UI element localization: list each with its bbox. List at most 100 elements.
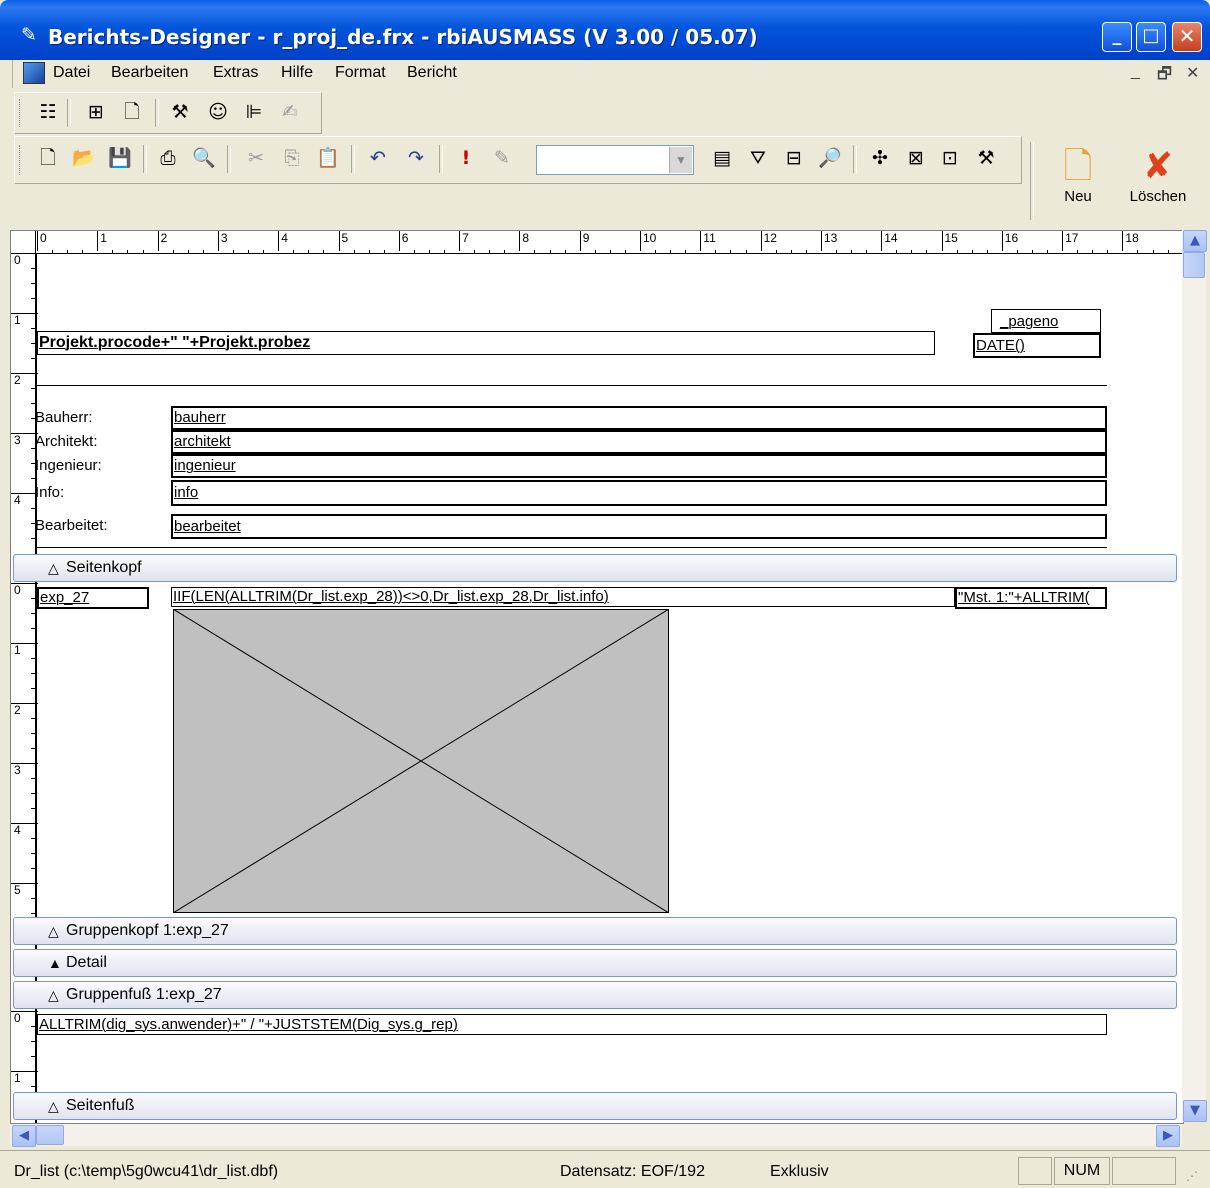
collapse-triangle-icon[interactable]: △ [48, 561, 59, 575]
label-bearbeitet[interactable]: Bearbeitet: [35, 517, 108, 534]
form-icon[interactable]: ▤ [709, 145, 735, 171]
new-file-icon[interactable]: 🗋 [35, 145, 61, 171]
mst-expression-field[interactable]: "Mst. 1:"+ALLTRIM( [955, 587, 1107, 609]
object-combo[interactable]: ▼ [536, 145, 694, 175]
ruler-minor-tick [986, 250, 988, 253]
new-button[interactable]: 🗋 Neu [1050, 146, 1106, 205]
ruler-minor-tick [112, 250, 114, 253]
ruler-minor-tick [624, 250, 626, 253]
data-environment-icon[interactable]: ☷ [35, 99, 61, 125]
band-detail[interactable]: ▲ Detail [13, 949, 1177, 977]
paste-icon[interactable]: 📋 [315, 145, 341, 171]
toolbar-grip[interactable] [19, 99, 23, 127]
build-tools-icon[interactable]: ⚒ [973, 145, 999, 171]
ruler-minor-tick [82, 250, 84, 253]
toolbar-separator [853, 145, 857, 173]
vruler-minor-tick [31, 868, 35, 869]
field-architekt[interactable]: architekt [171, 430, 1107, 454]
ruler-label-16: 16 [1001, 231, 1018, 251]
chevron-down-icon[interactable]: ▼ [669, 147, 692, 173]
mdi-restore-button[interactable]: 🗗 [1157, 63, 1172, 90]
delete-button[interactable]: ✘ Löschen [1120, 146, 1196, 205]
exp27-field[interactable]: exp_27 [37, 587, 149, 609]
report-controls-icon[interactable]: ⊞ [83, 99, 109, 125]
picture-placeholder[interactable] [173, 609, 669, 913]
ruler-minor-tick [1047, 250, 1049, 253]
maximize-button[interactable]: □ [1136, 22, 1166, 52]
toolbar-grip[interactable] [19, 145, 23, 175]
label-info[interactable]: Info: [35, 484, 64, 501]
menu-bericht[interactable]: Bericht [407, 64, 457, 82]
color-palette-icon[interactable]: ☺ [205, 99, 231, 125]
open-folder-icon[interactable]: 📂 [71, 145, 97, 171]
band-page-header[interactable]: △ Seitenkopf [13, 554, 1177, 582]
menu-bearbeiten[interactable]: Bearbeiten [111, 64, 188, 82]
vertical-scroll-thumb[interactable] [1183, 252, 1205, 278]
menu-extras[interactable]: Extras [213, 64, 258, 82]
mdi-minimize-button[interactable]: _ [1131, 63, 1140, 81]
scroll-down-button[interactable]: ▼ [1183, 1100, 1207, 1122]
ruler-minor-tick [534, 250, 536, 253]
label-ingenieur[interactable]: Ingenieur: [35, 457, 102, 474]
title-bar[interactable]: ✎ Berichts-Designer - r_proj_de.frx - rb… [0, 0, 1210, 60]
footer-expression-field[interactable]: ALLTRIM(dig_sys.anwender)+" / "+JUSTSTEM… [37, 1014, 1107, 1035]
copy-icon[interactable]: ⎘ [279, 145, 305, 171]
collapse-triangle-icon[interactable]: △ [48, 1099, 59, 1113]
label-bauherr[interactable]: Bauherr: [35, 409, 93, 426]
resize-grip-icon[interactable]: ⋰ [1186, 1169, 1198, 1183]
cut-icon[interactable]: ✂ [243, 145, 269, 171]
redo-icon[interactable]: ↷ [403, 145, 429, 171]
save-icon[interactable]: 💾 [107, 145, 133, 171]
print-icon[interactable]: ⎙ [155, 145, 181, 171]
pageno-field[interactable]: _pageno [991, 309, 1101, 333]
scroll-up-button[interactable]: ▲ [1183, 230, 1207, 252]
close-button[interactable]: ✕ [1172, 22, 1202, 52]
database-icon[interactable]: ⊠ [903, 145, 929, 171]
scroll-left-button[interactable]: ◀ [12, 1125, 36, 1147]
align-icon[interactable]: ⊫ [241, 99, 267, 125]
date-field[interactable]: DATE() [973, 333, 1101, 358]
wizard-icon[interactable]: ✣ [867, 145, 893, 171]
vruler-minor-tick [31, 598, 35, 599]
horizontal-scroll-thumb[interactable] [36, 1125, 64, 1145]
toolbar-separator [439, 145, 443, 173]
format-painter-icon[interactable]: ✍ [277, 99, 303, 125]
table-icon[interactable]: ⊡ [937, 145, 963, 171]
band-group-header[interactable]: △ Gruppenkopf 1:exp_27 [13, 917, 1177, 945]
field-ingenieur[interactable]: ingenieur [171, 454, 1107, 478]
preview-report-icon[interactable]: 🔎 [817, 145, 843, 171]
tools-icon[interactable]: ⚒ [167, 99, 193, 125]
ruler-minor-tick [1092, 250, 1094, 253]
scroll-right-button[interactable]: ▶ [1156, 1125, 1180, 1147]
collapse-triangle-icon[interactable]: △ [48, 988, 59, 1002]
print-preview-icon[interactable]: 🔍 [191, 145, 217, 171]
title-expression-field[interactable]: Projekt.procode+" "+Projekt.probez [37, 331, 935, 355]
header-bottom-line[interactable] [37, 547, 1107, 548]
undo-icon[interactable]: ↶ [365, 145, 391, 171]
layout-icon[interactable]: 🗋 [119, 99, 145, 125]
ruler-minor-tick [1152, 250, 1154, 253]
field-bauherr[interactable]: bauherr [171, 406, 1107, 430]
vertical-scrollbar[interactable]: ▲ ▼ [1182, 230, 1207, 1122]
header-divider-line[interactable] [37, 385, 1107, 386]
band-group-footer[interactable]: △ Gruppenfuß 1:exp_27 [13, 981, 1177, 1009]
run-icon[interactable]: ! [453, 145, 479, 171]
collapse-triangle-icon[interactable]: △ [48, 924, 59, 938]
document-icon[interactable] [23, 62, 45, 84]
mdi-close-button[interactable]: ✕ [1186, 63, 1199, 83]
iif-expression-field[interactable]: IIF(LEN(ALLTRIM(Dr_list.exp_28))<>0,Dr_l… [171, 587, 955, 607]
expand-triangle-icon[interactable]: ▲ [48, 956, 62, 970]
horizontal-scrollbar[interactable]: ◀ ▶ [10, 1124, 1182, 1147]
field-info[interactable]: info [171, 480, 1107, 506]
label-architekt[interactable]: Architekt: [35, 433, 98, 450]
menu-hilfe[interactable]: Hilfe [281, 64, 313, 82]
band-page-footer[interactable]: △ Seitenfuß [13, 1092, 1177, 1120]
menu-datei[interactable]: Datei [53, 64, 90, 82]
modify-icon[interactable]: ✎ [489, 145, 515, 171]
report-design-surface[interactable]: 0 1 2 3 4 5 6 7 8 9 10 11 12 13 14 15 16 17 18 01234 Proje… [10, 230, 1184, 1124]
minimize-button[interactable]: _ [1102, 22, 1132, 52]
menu-format[interactable]: Format [335, 64, 386, 82]
field-bearbeitet[interactable]: bearbeitet [171, 514, 1107, 539]
properties-icon[interactable]: ⊟ [781, 145, 807, 171]
query-icon[interactable]: ⛛ [745, 145, 771, 171]
